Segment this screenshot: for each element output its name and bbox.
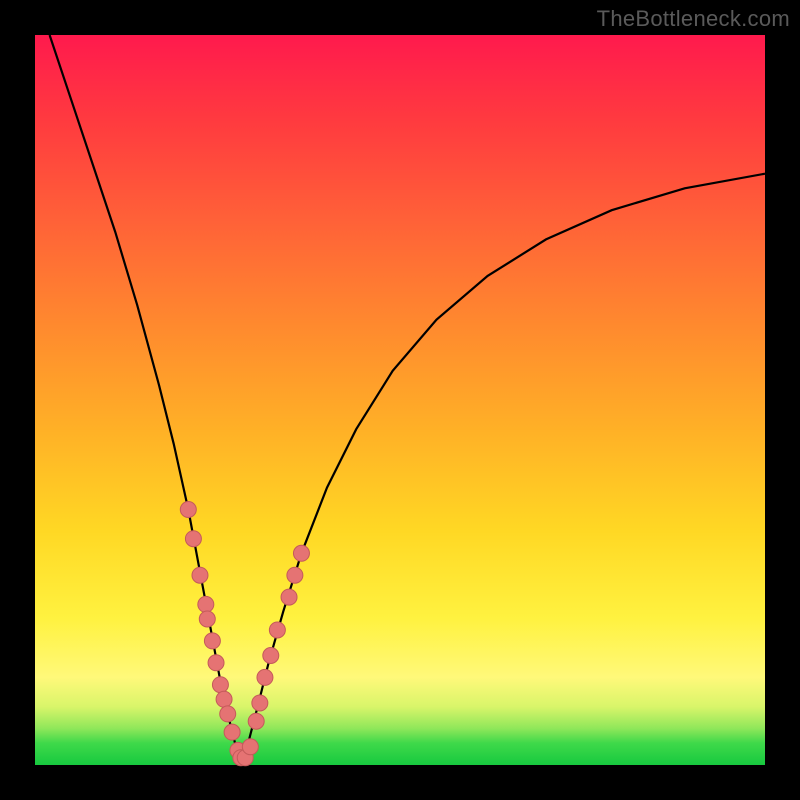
- highlighted-point: [224, 724, 240, 740]
- highlighted-point: [204, 633, 220, 649]
- highlighted-point: [269, 622, 285, 638]
- highlighted-point: [248, 713, 264, 729]
- highlighted-point: [198, 596, 214, 612]
- curve-right-branch: [241, 174, 765, 762]
- highlighted-point: [252, 695, 268, 711]
- chart-frame: TheBottleneck.com: [0, 0, 800, 800]
- highlighted-point: [242, 739, 258, 755]
- curve-left-branch: [50, 35, 241, 761]
- highlighted-points-group: [180, 502, 309, 766]
- highlighted-point: [281, 589, 297, 605]
- highlighted-point: [257, 669, 273, 685]
- highlighted-point: [216, 691, 232, 707]
- watermark-text: TheBottleneck.com: [597, 6, 790, 32]
- plot-area: [35, 35, 765, 765]
- highlighted-point: [212, 677, 228, 693]
- highlighted-point: [192, 567, 208, 583]
- highlighted-point: [208, 655, 224, 671]
- highlighted-point: [263, 648, 279, 664]
- highlighted-point: [287, 567, 303, 583]
- highlighted-point: [199, 611, 215, 627]
- highlighted-point: [293, 545, 309, 561]
- highlighted-point: [180, 502, 196, 518]
- highlighted-point: [220, 706, 236, 722]
- highlighted-point: [185, 531, 201, 547]
- chart-svg: [35, 35, 765, 765]
